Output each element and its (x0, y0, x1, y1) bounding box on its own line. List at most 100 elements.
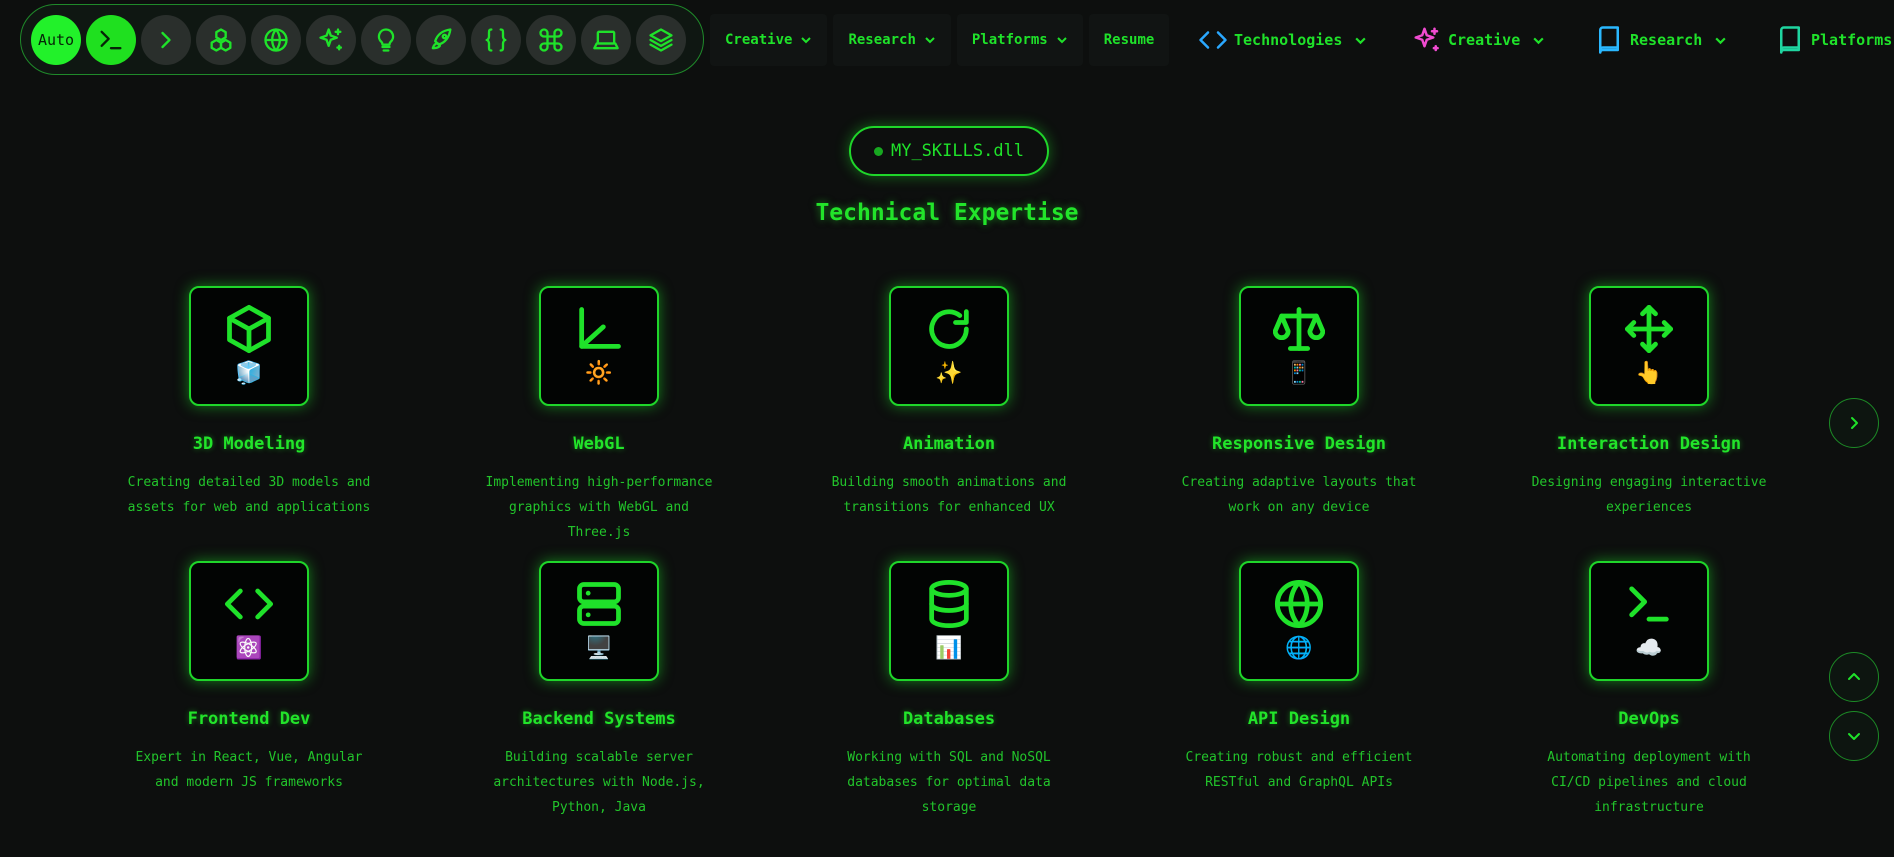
globe-icon (1274, 579, 1324, 629)
terminal-icon (1629, 586, 1669, 622)
skill-description: Implementing high-performance graphics w… (485, 475, 713, 540)
globe-theme-button[interactable] (251, 14, 301, 65)
terminal-theme-button[interactable] (86, 14, 136, 65)
skill-emoji: 👆 (1635, 361, 1663, 386)
skill-card[interactable]: 📊 Databases Working with SQL and NoSQL d… (779, 561, 1119, 820)
laptop-icon (593, 30, 619, 49)
rocket-theme-button[interactable] (416, 14, 466, 65)
skill-description: Creating detailed 3D models and assets f… (127, 475, 371, 515)
skill-description: Working with SQL and NoSQL databases for… (847, 750, 1051, 815)
main-nav: Creative Research Platforms Resume (710, 14, 1175, 66)
chevron-right-icon (161, 31, 171, 48)
theme-switcher: Auto (20, 4, 704, 75)
lightbulb-theme-button[interactable] (361, 14, 411, 65)
auto-theme-button[interactable]: Auto (31, 14, 81, 65)
cube-icon (227, 304, 271, 354)
skill-emoji: ✨ (935, 361, 963, 386)
skill-card[interactable]: 📱 Responsive Design Creating adaptive la… (1129, 286, 1469, 520)
skill-emoji: ☁️ (1635, 636, 1663, 661)
nav-research-label: Research (848, 32, 916, 48)
nav-resume-label: Resume (1103, 32, 1155, 48)
skill-icon-box: 👆 (1589, 286, 1709, 406)
skill-description: Building smooth animations and transitio… (831, 475, 1067, 515)
book-icon (1599, 26, 1619, 54)
lightbulb-icon (377, 27, 395, 52)
skill-name: Frontend Dev (187, 709, 311, 729)
skill-icon-box: 🌐 (1239, 561, 1359, 681)
boxes-icon (210, 27, 232, 52)
skill-emoji: 🔆 (585, 361, 613, 386)
skill-emoji: 🧊 (235, 361, 263, 386)
skill-icon-box: 🖥️ (539, 561, 659, 681)
skill-emoji: 🌐 (1285, 636, 1313, 661)
nav-creative[interactable]: Creative (710, 14, 828, 66)
terminal-icon (100, 30, 122, 49)
nav-platforms-label: Platforms (971, 32, 1048, 48)
skill-description: Automating deployment with CI/CD pipelin… (1547, 750, 1751, 815)
nav-technologies[interactable]: Technologies (1198, 14, 1367, 66)
skill-card[interactable]: ⚛️ Frontend Dev Expert in React, Vue, An… (79, 561, 419, 795)
skill-name: Databases (902, 709, 996, 729)
nav-research-secondary-label: Research (1630, 31, 1703, 49)
scroll-down-button[interactable] (1829, 711, 1879, 761)
nav-creative-secondary-label: Creative (1448, 31, 1521, 49)
braces-theme-button[interactable] (471, 14, 521, 65)
refresh-icon (929, 309, 969, 349)
chevron-up-icon (1848, 673, 1860, 680)
skill-card[interactable]: 🌐 API Design Creating robust and efficie… (1129, 561, 1469, 795)
skill-description: Designing engaging interactive experienc… (1531, 475, 1767, 515)
nav-technologies-label: Technologies (1234, 31, 1343, 49)
sparkles-icon (1414, 27, 1439, 52)
command-icon (539, 27, 563, 52)
skill-name: Responsive Design (1212, 434, 1386, 454)
database-icon (929, 579, 969, 629)
nav-platforms[interactable]: Platforms (956, 14, 1083, 66)
nav-research[interactable]: Research (833, 14, 951, 66)
nav-platforms-secondary-label: Platforms (1811, 31, 1893, 49)
skill-card[interactable]: 🔆 WebGL Implementing high-performance gr… (429, 286, 769, 545)
command-theme-button[interactable] (526, 14, 576, 65)
chevron-theme-button[interactable] (141, 14, 191, 65)
skill-card[interactable]: 🧊 3D Modeling Creating detailed 3D model… (79, 286, 419, 520)
axis-icon (579, 307, 621, 349)
layers-theme-button[interactable] (636, 14, 686, 65)
chevron-down-icon (1848, 733, 1860, 740)
skill-card[interactable]: ✨ Animation Building smooth animations a… (779, 286, 1119, 520)
skill-description: Building scalable server architectures w… (493, 750, 705, 815)
skill-icon-box: 🧊 (189, 286, 309, 406)
nav-research-secondary[interactable]: Research (1594, 14, 1727, 66)
scroll-up-button[interactable] (1829, 652, 1879, 702)
skill-icon-box: 🔆 (539, 286, 659, 406)
nav-creative-secondary[interactable]: Creative (1412, 14, 1545, 66)
braces-icon (485, 27, 507, 52)
skill-name: 3D Modeling (192, 434, 306, 454)
skill-icon-box: 📱 (1239, 286, 1359, 406)
book-icon (1780, 26, 1800, 54)
skill-description: Creating adaptive layouts that work on a… (1181, 475, 1417, 515)
skill-emoji: 📱 (1285, 361, 1313, 386)
skill-icon-box: 📊 (889, 561, 1009, 681)
status-dot (873, 146, 883, 156)
laptop-theme-button[interactable] (581, 14, 631, 65)
skill-emoji: ⚛️ (235, 636, 263, 661)
chevron-right-icon (1851, 417, 1858, 429)
boxes-theme-button[interactable] (196, 14, 246, 65)
skill-card[interactable]: 🖥️ Backend Systems Building scalable ser… (429, 561, 769, 820)
skill-card[interactable]: 👆 Interaction Design Designing engaging … (1479, 286, 1819, 520)
skill-name: DevOps (1618, 709, 1680, 729)
sparkles-icon (319, 27, 343, 50)
chevron-down-icon (1057, 37, 1067, 44)
rocket-icon (431, 27, 452, 49)
chevron-down-icon (1715, 37, 1726, 44)
section-title: Technical Expertise (815, 200, 1079, 226)
nav-platforms-secondary[interactable]: Platforms (1775, 14, 1892, 66)
top-bar: Auto Creative Research Platforms Resume … (0, 0, 1894, 80)
skill-emoji: 📊 (935, 636, 963, 661)
skills-badge-label: MY_SKILLS.dll (890, 141, 1025, 161)
nav-resume[interactable]: Resume (1088, 14, 1170, 66)
sparkles-theme-button[interactable] (306, 14, 356, 65)
skill-card[interactable]: ☁️ DevOps Automating deployment with CI/… (1479, 561, 1819, 820)
skill-name: Animation (902, 434, 996, 454)
next-slide-button[interactable] (1829, 398, 1879, 448)
chevron-down-icon (1355, 37, 1366, 44)
